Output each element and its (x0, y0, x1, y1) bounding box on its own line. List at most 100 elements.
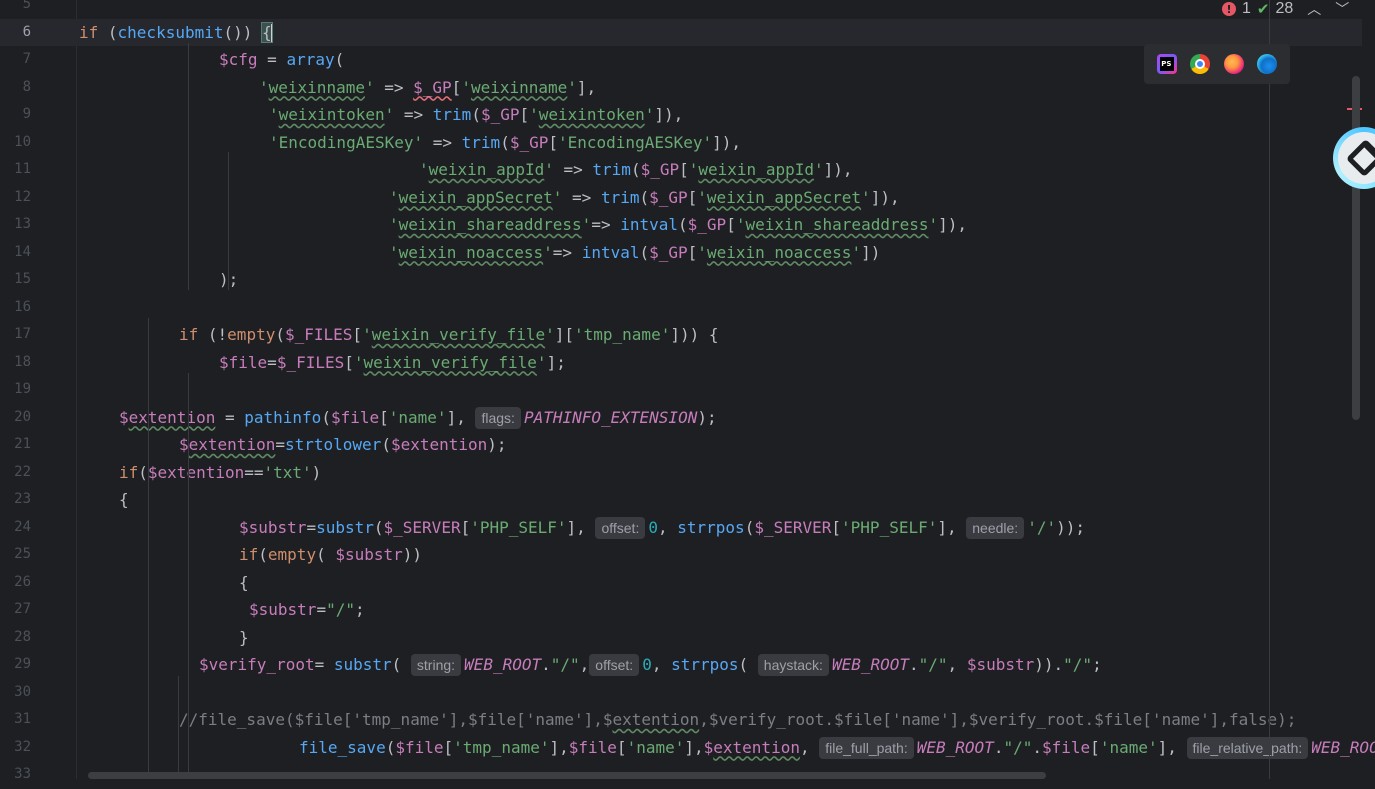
line-number[interactable]: 13 (0, 211, 31, 239)
line-number[interactable]: 30 (0, 679, 31, 707)
line-number[interactable]: 6 (0, 19, 31, 47)
code-line[interactable]: 16 (0, 294, 1362, 322)
code-text[interactable]: $cfg = array( (219, 46, 344, 74)
code-line[interactable]: 25 if(empty( $substr)) (0, 541, 1362, 569)
code-text[interactable]: $substr=substr($_SERVER['PHP_SELF'], off… (239, 514, 1085, 542)
line-number[interactable]: 17 (0, 321, 31, 349)
line-number[interactable]: 18 (0, 349, 31, 377)
code-token: ' (543, 242, 553, 262)
error-icon[interactable]: ! (1222, 2, 1236, 16)
line-number[interactable]: 10 (0, 129, 31, 157)
firefox-icon[interactable] (1223, 54, 1244, 74)
code-token: ' (389, 242, 399, 262)
line-number[interactable]: 21 (0, 431, 31, 459)
line-number[interactable]: 24 (0, 514, 31, 542)
code-line[interactable]: 27 $substr="/"; (0, 596, 1362, 624)
code-line[interactable]: 28} (0, 624, 1362, 652)
code-line[interactable]: 29 $verify_root= substr( string: WEB_ROOT.… (0, 651, 1362, 679)
code-text[interactable]: if(empty( $substr)) (239, 541, 422, 569)
line-number[interactable]: 22 (0, 459, 31, 487)
code-token: => (423, 132, 462, 152)
code-text[interactable]: 'weixinname' => $_GP['weixinname'], (259, 74, 596, 102)
code-token: ' (697, 242, 707, 262)
line-number[interactable]: 32 (0, 734, 31, 762)
code-text[interactable]: } (239, 624, 249, 652)
code-text[interactable]: 'weixin_noaccess'=> intval($_GP['weixin_… (389, 239, 880, 267)
phpstorm-icon[interactable] (1157, 54, 1178, 74)
inspection-widget[interactable]: ! 1 ✔ 28 ︿ ﹀ (1222, 0, 1349, 18)
code-text[interactable]: $file=$_FILES['weixin_verify_file']; (219, 349, 566, 377)
code-text[interactable]: //file_save($file['tmp_name'],$file['nam… (179, 706, 1296, 734)
code-text[interactable]: $extention=strtolower($extention); (179, 431, 507, 459)
chrome-icon[interactable] (1190, 54, 1211, 74)
code-line[interactable]: 5 (0, 0, 1362, 19)
line-number[interactable]: 23 (0, 486, 31, 514)
code-text[interactable]: if (checksubmit()) { (79, 19, 273, 47)
code-line[interactable]: 18 $file=$_FILES['weixin_verify_file']; (0, 349, 1362, 377)
code-text[interactable]: if($extention=='txt') (119, 459, 321, 487)
code-line[interactable]: 32 file_save($file['tmp_name'],$file['nam… (0, 734, 1375, 762)
edge-icon[interactable] (1256, 54, 1277, 74)
code-line[interactable]: 10 'EncodingAESKey' => trim($_GP['Encodin… (0, 129, 1362, 157)
line-number[interactable]: 20 (0, 404, 31, 432)
line-number[interactable]: 11 (0, 156, 31, 184)
code-line[interactable]: 31 //file_save($file['tmp_name'],$file['n… (0, 706, 1362, 734)
line-number[interactable]: 16 (0, 294, 31, 322)
check-icon[interactable]: ✔ (1257, 0, 1270, 18)
code-text[interactable]: 'weixin_appSecret' => trim($_GP['weixin_… (389, 184, 900, 212)
line-number[interactable]: 14 (0, 239, 31, 267)
code-text[interactable]: 'weixin_shareaddress'=> intval($_GP['wei… (389, 211, 967, 239)
line-number[interactable]: 8 (0, 74, 31, 102)
line-number[interactable]: 9 (0, 101, 31, 129)
code-text[interactable]: 'weixin_appId' => trim($_GP['weixin_appI… (419, 156, 853, 184)
line-number[interactable]: 31 (0, 706, 31, 734)
line-number[interactable]: 27 (0, 596, 31, 624)
code-line[interactable]: 26 { (0, 569, 1362, 597)
line-number[interactable]: 28 (0, 624, 31, 652)
line-number[interactable]: 33 (0, 761, 31, 789)
code-text[interactable]: $verify_root= substr( string: WEB_ROOT."/… (199, 651, 1102, 679)
code-line[interactable]: 30 (0, 679, 1362, 707)
line-number[interactable]: 12 (0, 184, 31, 212)
line-number[interactable]: 29 (0, 651, 31, 679)
code-token: checksubmit (117, 22, 224, 42)
code-line[interactable]: 23 { (0, 486, 1362, 514)
check-count[interactable]: 28 (1275, 0, 1293, 18)
code-text[interactable]: { (239, 569, 249, 597)
code-line[interactable]: 9 'weixintoken' => trim($_GP['weixintoken… (0, 101, 1362, 129)
chevron-down-icon[interactable]: ﹀ (1335, 0, 1349, 19)
code-text[interactable]: 'weixintoken' => trim($_GP['weixintoken'… (269, 101, 683, 129)
text-caret (270, 24, 273, 42)
code-text[interactable]: $substr="/"; (249, 596, 365, 624)
code-text[interactable]: $extention = pathinfo($file['name'], fla… (119, 404, 717, 432)
code-line[interactable]: 6 if (checksubmit()) { (0, 18, 1362, 47)
horizontal-scrollbar[interactable] (88, 772, 1046, 779)
line-number[interactable]: 19 (0, 376, 31, 404)
code-line[interactable]: 20 $extention = pathinfo($file['name'], f… (0, 404, 1362, 432)
line-number[interactable]: 25 (0, 541, 31, 569)
code-line[interactable]: 13 'weixin_shareaddress'=> intval($_GP['w… (0, 211, 1362, 239)
code-line[interactable]: 24 $substr=substr($_SERVER['PHP_SELF'], o… (0, 514, 1362, 542)
code-line[interactable]: 17 if (!empty($_FILES['weixin_verify_file… (0, 321, 1362, 349)
error-count[interactable]: 1 (1242, 0, 1251, 18)
line-number[interactable]: 26 (0, 569, 31, 597)
code-line[interactable]: 11 'weixin_appId' => trim($_GP['weixin_ap… (0, 156, 1362, 184)
code-line[interactable]: 22 if($extention=='txt') (0, 459, 1362, 487)
code-text[interactable]: if (!empty($_FILES['weixin_verify_file']… (179, 321, 719, 349)
chevron-up-icon[interactable]: ︿ (1307, 0, 1321, 19)
code-token: $file (1042, 737, 1091, 757)
code-line[interactable]: 12 'weixin_appSecret' => trim($_GP['weixi… (0, 184, 1362, 212)
code-editor[interactable]: 5 6 if (checksubmit()) { 7 $cfg = array( 8 'we… (0, 0, 1375, 782)
code-line[interactable]: 19 (0, 376, 1362, 404)
code-text[interactable]: { (119, 486, 129, 514)
code-token: $extention (147, 462, 245, 482)
code-token: ' (851, 242, 862, 262)
code-line[interactable]: 21 $extention=strtolower($extention); (0, 431, 1362, 459)
line-number[interactable]: 15 (0, 266, 31, 294)
line-number[interactable]: 7 (0, 46, 31, 74)
code-line[interactable]: 14 'weixin_noaccess'=> intval($_GP['weixi… (0, 239, 1362, 267)
code-text[interactable]: 'EncodingAESKey' => trim($_GP['EncodingA… (269, 129, 741, 157)
code-line[interactable]: 15); (0, 266, 1362, 294)
code-text[interactable]: file_save($file['tmp_name'],$file['name'… (299, 734, 1375, 762)
line-number[interactable]: 5 (0, 0, 31, 19)
